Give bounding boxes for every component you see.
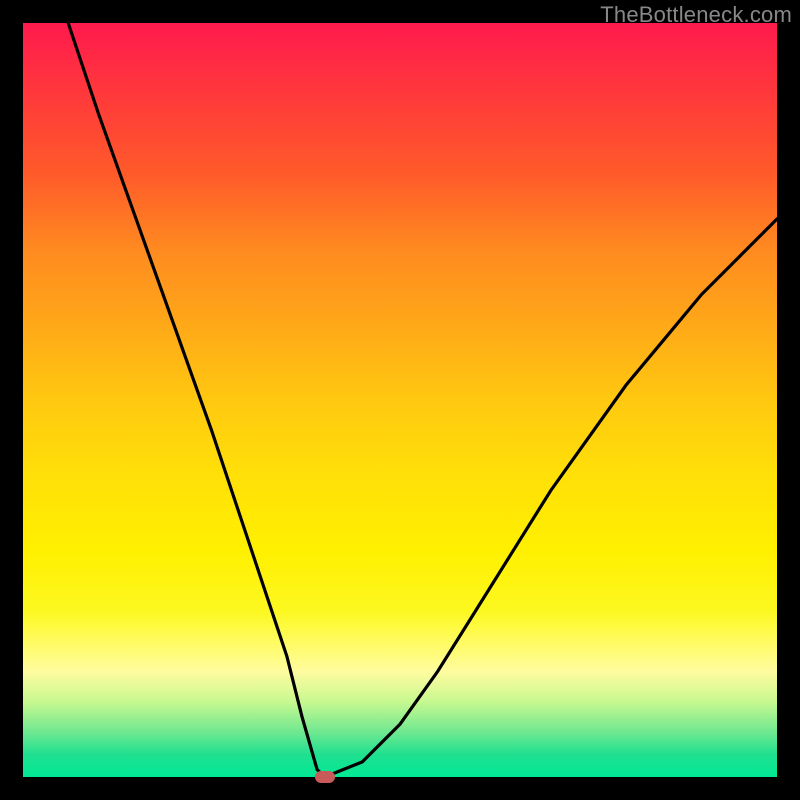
watermark-text: TheBottleneck.com [600,2,792,28]
optimum-marker [315,771,335,783]
bottleneck-curve [68,23,777,777]
curve-svg [23,23,777,777]
plot-area [23,23,777,777]
chart-frame: TheBottleneck.com [0,0,800,800]
